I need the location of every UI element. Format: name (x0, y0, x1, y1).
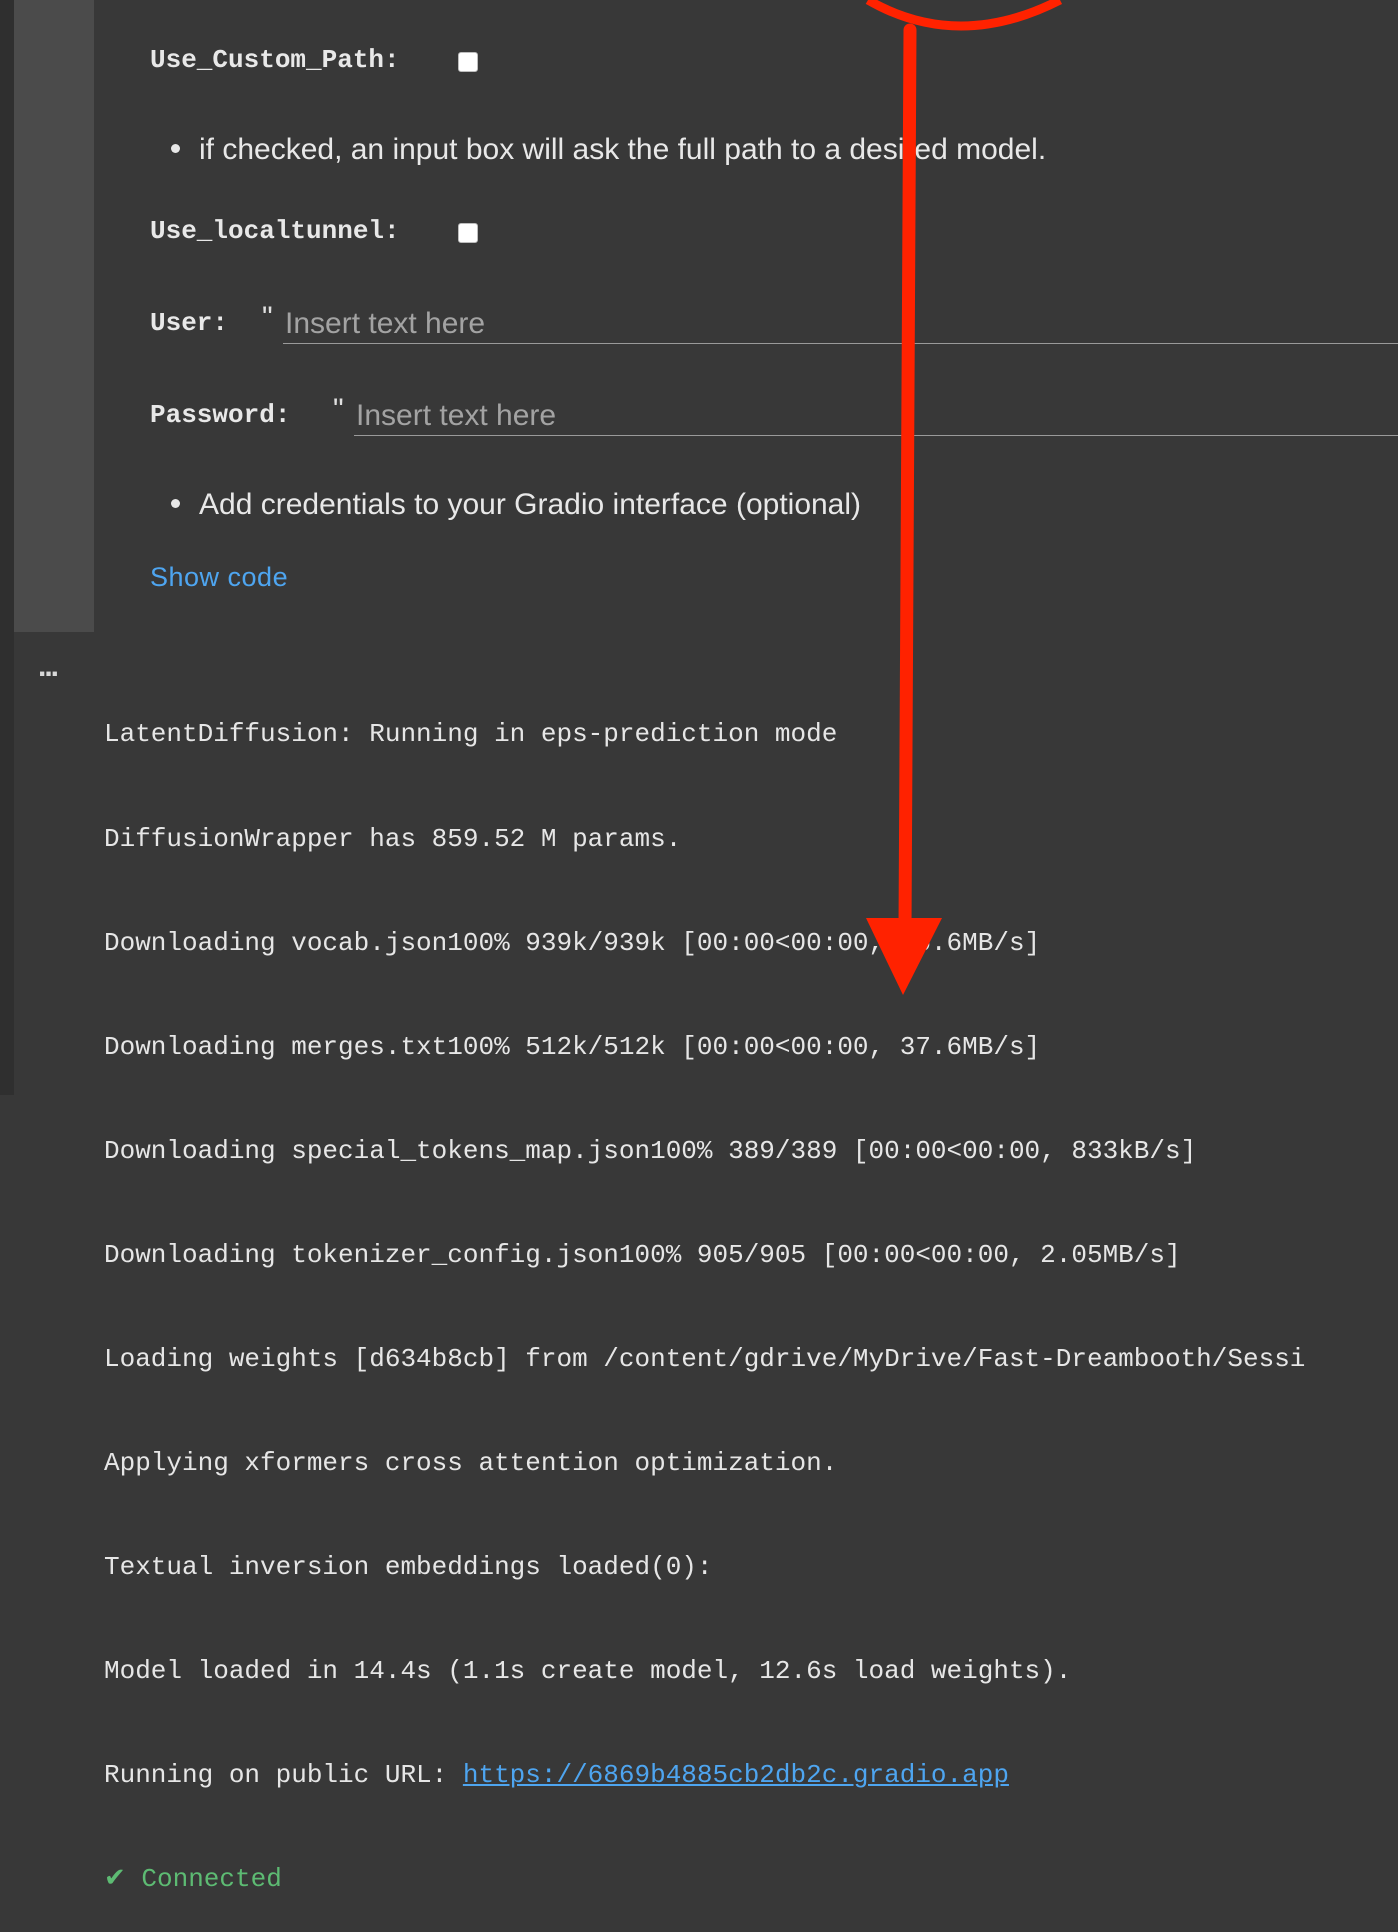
use-custom-path-checkbox[interactable] (458, 52, 478, 72)
password-input[interactable] (354, 396, 1398, 436)
log-line: Downloading merges.txt100% 512k/512k [00… (104, 1031, 1041, 1062)
log-line: Model loaded in 14.4s (1.1s create model… (104, 1656, 1072, 1687)
log-line: Downloading tokenizer_config.json100% 90… (104, 1239, 1181, 1270)
log-line: Textual inversion embeddings loaded(0): (104, 1552, 713, 1583)
custom-path-hint-text: if checked, an input box will ask the fu… (199, 133, 1047, 166)
user-label: User: (150, 308, 229, 338)
custom-path-hint: if checked, an input box will ask the fu… (171, 133, 1046, 167)
log-line: Applying xformers cross attention optimi… (104, 1448, 838, 1479)
password-label: Password: (150, 400, 291, 430)
password-quote: " (333, 393, 344, 426)
log-line: Downloading special_tokens_map.json100% … (104, 1135, 1197, 1166)
ellipsis-icon[interactable]: ... (38, 650, 59, 684)
connected-status: ✔ Connected (104, 1864, 282, 1895)
url-prefix: Running on public URL: (104, 1760, 463, 1791)
log-line: DiffusionWrapper has 859.52 M params. (104, 823, 682, 854)
log-line: Downloading vocab.json100% 939k/939k [00… (104, 927, 1041, 958)
credentials-hint-text: Add credentials to your Gradio interface… (199, 488, 862, 521)
log-line: Loading weights [d634b8cb] from /content… (104, 1343, 1306, 1374)
user-input[interactable] (283, 304, 1398, 344)
log-line: LatentDiffusion: Running in eps-predicti… (104, 719, 838, 750)
left-gutter (0, 0, 14, 1095)
bullet-dot (171, 143, 180, 153)
user-quote: " (262, 301, 273, 334)
log-line-url: Running on public URL: https://6869b4885… (104, 1758, 1305, 1793)
show-code-link[interactable]: Show code (150, 562, 288, 593)
output-log: LatentDiffusion: Running in eps-predicti… (104, 648, 1305, 1932)
public-url-link[interactable]: https://6869b4885cb2db2c.gradio.app (463, 1760, 1009, 1790)
cell-run-bar[interactable] (14, 0, 94, 632)
use-custom-path-label: Use_Custom_Path: (150, 45, 400, 75)
use-localtunnel-label: Use_localtunnel: (150, 216, 400, 246)
credentials-hint: Add credentials to your Gradio interface… (171, 488, 861, 522)
bullet-dot (171, 498, 180, 508)
use-localtunnel-checkbox[interactable] (458, 223, 478, 243)
